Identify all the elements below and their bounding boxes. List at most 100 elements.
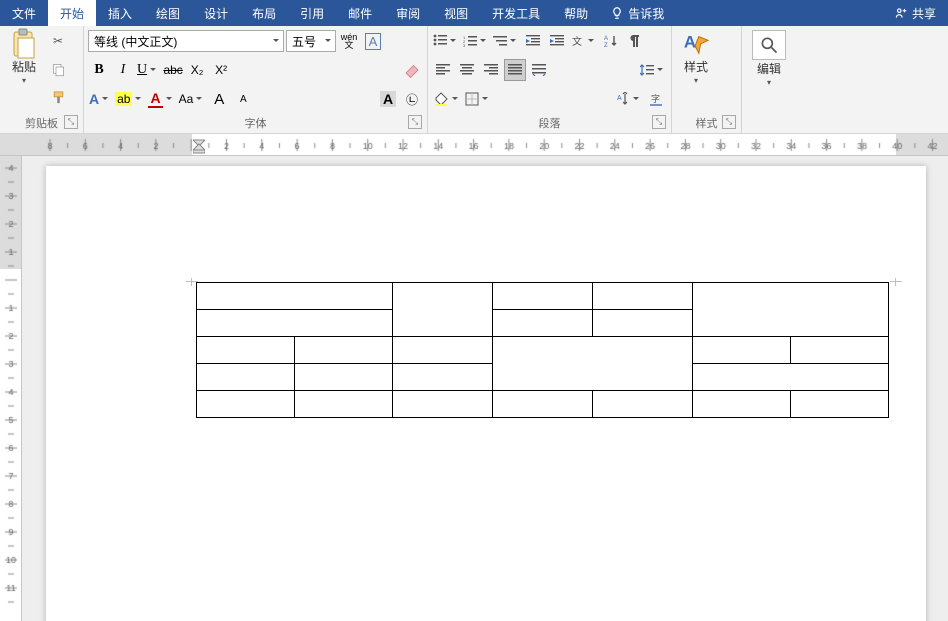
table-row[interactable] xyxy=(197,391,889,418)
tab-home[interactable]: 开始 xyxy=(48,0,96,26)
align-right-button[interactable] xyxy=(480,59,502,81)
text-effects-button[interactable]: A xyxy=(88,88,112,110)
grow-font-button[interactable]: A xyxy=(208,88,230,110)
group-clipboard-label: 剪贴板 xyxy=(25,118,58,130)
case-icon: Aa xyxy=(179,92,194,106)
tab-spacer xyxy=(674,0,882,26)
tab-view[interactable]: 视图 xyxy=(432,0,480,26)
editing-button[interactable]: 编辑 ▾ xyxy=(746,28,792,110)
tab-file[interactable]: 文件 xyxy=(0,0,48,26)
growfont-icon: A xyxy=(214,91,224,108)
tab-layout[interactable]: 布局 xyxy=(240,0,288,26)
paste-caret-icon: ▾ xyxy=(22,76,26,85)
styles-button[interactable]: A 样式 ▾ xyxy=(676,28,716,110)
align-left-button[interactable] xyxy=(432,59,454,81)
sub-icon: X₂ xyxy=(191,63,204,77)
line-spacing-button[interactable] xyxy=(639,59,667,81)
superscript-button[interactable]: X² xyxy=(210,59,232,81)
vertical-ruler[interactable] xyxy=(0,156,22,621)
brush-icon xyxy=(51,90,66,105)
italic-button[interactable]: I xyxy=(112,59,134,81)
show-marks-button[interactable] xyxy=(624,30,646,52)
charborder-icon: A xyxy=(365,33,382,50)
numbering-button[interactable]: 123 xyxy=(462,30,490,52)
tab-insert[interactable]: 插入 xyxy=(96,0,144,26)
tab-developer[interactable]: 开发工具 xyxy=(480,0,552,26)
borders-icon xyxy=(465,92,479,106)
distribute-button[interactable] xyxy=(528,59,550,81)
sup-icon: X² xyxy=(215,63,227,77)
shrink-font-button[interactable]: A xyxy=(232,88,254,110)
tab-design[interactable]: 设计 xyxy=(192,0,240,26)
char-shading-button[interactable]: A xyxy=(377,88,399,110)
multilevel-icon xyxy=(493,35,507,47)
change-case-button[interactable]: Aa xyxy=(178,88,207,110)
shading-button[interactable] xyxy=(432,88,462,110)
tell-me[interactable]: 告诉我 xyxy=(600,0,674,26)
sort-button[interactable]: AZ xyxy=(600,30,622,52)
font-color-button[interactable]: A xyxy=(147,88,175,110)
aligncenter-icon xyxy=(460,64,474,76)
paste-label: 粘贴 xyxy=(12,60,36,74)
align-center-button[interactable] xyxy=(456,59,478,81)
multilevel-button[interactable] xyxy=(492,30,520,52)
highlight-button[interactable]: ab xyxy=(114,88,145,110)
char-scaling-button[interactable]: 字 xyxy=(645,88,667,110)
bullets-icon xyxy=(433,34,447,49)
alignleft-icon xyxy=(436,64,450,76)
underline-icon: U xyxy=(137,62,147,78)
decrease-indent-button[interactable] xyxy=(522,30,544,52)
tab-review[interactable]: 审阅 xyxy=(384,0,432,26)
group-paragraph-label: 段落 xyxy=(539,118,561,130)
svg-text:A: A xyxy=(684,33,696,52)
document-table[interactable] xyxy=(196,282,889,418)
styles-launcher[interactable]: ⤡ xyxy=(722,115,736,129)
font-family-combo[interactable]: 等线 (中文正文) xyxy=(88,30,284,52)
share-icon xyxy=(894,6,908,20)
pilcrow-icon xyxy=(629,34,641,48)
clear-formatting-button[interactable] xyxy=(401,59,423,81)
bold-button[interactable]: B xyxy=(88,59,110,81)
table-row[interactable] xyxy=(197,337,889,364)
underline-button[interactable]: U xyxy=(136,59,160,81)
shrinkfont-icon: A xyxy=(240,94,247,105)
lightbulb-icon xyxy=(610,6,624,20)
cut-button[interactable]: ✂ xyxy=(47,30,69,52)
bullets-button[interactable] xyxy=(432,30,460,52)
share-button[interactable]: 共享 xyxy=(882,0,948,26)
phonetic-guide-button[interactable]: wén文 xyxy=(338,30,360,52)
tab-draw[interactable]: 绘图 xyxy=(144,0,192,26)
scissors-icon: ✂ xyxy=(53,34,63,48)
paragraph-launcher[interactable]: ⤡ xyxy=(652,115,666,129)
tab-mailings[interactable]: 邮件 xyxy=(336,0,384,26)
indent-marker-icon[interactable] xyxy=(193,136,205,154)
character-border-button[interactable]: A xyxy=(362,30,384,52)
borders-button[interactable] xyxy=(464,88,492,110)
increase-indent-button[interactable] xyxy=(546,30,568,52)
enclose-char-button[interactable]: ㉡ xyxy=(401,88,423,110)
format-painter-button[interactable] xyxy=(47,86,69,108)
font-size-combo[interactable]: 五号 xyxy=(286,30,336,52)
editing-caret-icon: ▾ xyxy=(767,78,771,87)
tab-references[interactable]: 引用 xyxy=(288,0,336,26)
distribute-icon xyxy=(532,64,546,76)
subscript-button[interactable]: X₂ xyxy=(186,59,208,81)
asian-layout-button[interactable]: 文 xyxy=(570,30,598,52)
table-row[interactable] xyxy=(197,283,889,310)
texteffect-icon: A xyxy=(89,91,99,107)
align-justify-button[interactable] xyxy=(504,59,526,81)
document-area[interactable] xyxy=(22,156,948,621)
numbering-icon: 123 xyxy=(463,35,477,47)
paste-button[interactable]: 粘贴 ▾ xyxy=(4,28,44,110)
clipboard-launcher[interactable]: ⤡ xyxy=(64,115,78,129)
strikethrough-button[interactable]: abc xyxy=(162,59,184,81)
enclose-icon: ㉡ xyxy=(406,91,418,108)
snap-to-grid-button[interactable]: A xyxy=(615,88,643,110)
copy-button[interactable] xyxy=(47,58,69,80)
tell-me-label: 告诉我 xyxy=(628,5,664,22)
horizontal-ruler[interactable] xyxy=(0,134,948,156)
tab-help[interactable]: 帮助 xyxy=(552,0,600,26)
clipboard-icon xyxy=(10,30,38,58)
table-corner-mark-tr xyxy=(890,278,902,286)
font-launcher[interactable]: ⤡ xyxy=(408,115,422,129)
